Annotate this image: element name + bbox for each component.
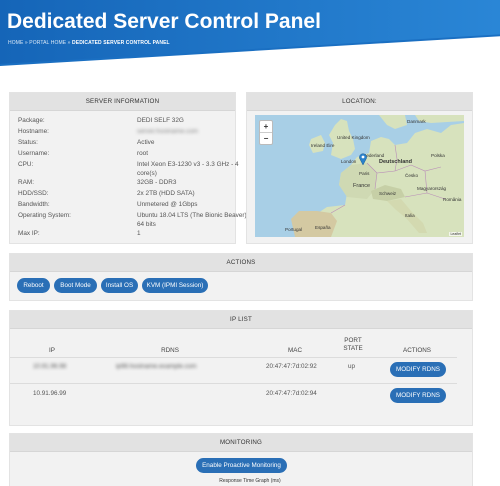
info-label: HDD/SSD: [18,190,49,197]
map-label: Česko [405,172,418,178]
breadcrumb-separator: » [67,40,71,46]
map-label: Deutschland [379,159,412,165]
info-row-max-ip: Max IP: 1 [18,230,141,237]
location-map[interactable]: Danmark United Kingdom Ireland Éire Nede… [255,115,464,237]
breadcrumb-current: DEDICATED SERVER CONTROL PANEL [72,40,170,46]
map-label: Ireland Éire [311,142,335,148]
port-state: up [348,363,356,370]
reboot-button[interactable]: Reboot [17,278,50,293]
location-title: LOCATION: [247,93,472,111]
info-row-bandwidth: Bandwidth: Unmetered @ 1Gbps [18,201,197,208]
breadcrumb-portal-home[interactable]: PORTAL HOME [29,40,66,46]
map-zoom-control: + − [259,120,273,145]
ip-address-redacted: 10.91.96.98 [33,363,67,370]
info-label: Package: [18,117,45,124]
boot-mode-button[interactable]: Boot Mode [54,278,97,293]
info-value: Ubuntu 18.04 LTS (The Bionic Beaver), 64… [137,212,249,228]
mac-address: 20:47:47:7d:02:92 [266,363,317,370]
info-row-os: Operating System: Ubuntu 18.04 LTS (The … [18,212,248,228]
server-info-title: SERVER INFORMATION [10,93,235,111]
modify-rdns-button[interactable]: MODIFY RDNS [390,362,446,377]
zoom-in-button[interactable]: + [260,121,272,132]
info-row-cpu: CPU: Intel Xeon E3-1230 v3 - 3.3 GHz - 4… [18,161,239,177]
response-time-graph-caption: Response Time Graph (ms) [219,478,281,484]
map-label: Schweiz [379,191,397,196]
map-label: Danmark [407,119,426,124]
map-label: Italia [405,213,415,218]
column-header-actions: ACTIONS [403,347,431,354]
info-row-package: Package: DEDI SELF 32G [18,117,184,124]
modify-rdns-button[interactable]: MODIFY RDNS [390,388,446,403]
map-label: United Kingdom [337,135,370,140]
ip-list-title: IP LIST [10,311,472,329]
breadcrumb-separator: » [24,40,28,46]
info-label: Status: [18,139,38,146]
info-value-redacted: server.hostname.com [137,128,199,135]
info-value: Active [137,139,155,146]
info-value: 1 [137,230,141,237]
info-label: Operating System: [18,212,71,219]
page-title: Dedicated Server Control Panel [7,10,321,33]
mac-address: 20:47:47:7d:02:94 [266,390,317,397]
info-value: Unmetered @ 1Gbps [137,201,198,208]
info-value: 32GB - DDR3 [137,179,177,186]
table-divider [10,383,457,384]
map-label: Polska [431,153,445,158]
info-row-ram: RAM: 32GB - DDR3 [18,179,176,186]
map-attribution[interactable]: Leaflet [449,232,462,236]
info-row-hostname: Hostname: server.hostname.com [18,128,198,135]
map-label: London [341,159,357,164]
actions-title: ACTIONS [10,254,472,272]
enable-proactive-monitoring-button[interactable]: Enable Proactive Monitoring [196,458,287,473]
info-label: RAM: [18,179,34,186]
ip-address: 10.91.96.99 [33,390,67,397]
column-header-rdns: RDNS [161,347,179,354]
info-row-username: Username: root [18,150,148,157]
map-label: Portugal [285,227,302,232]
map-label: España [315,225,331,230]
monitoring-title: MONITORING [10,434,472,452]
info-row-disk: HDD/SSD: 2x 2TB (HDD SATA) [18,190,195,197]
info-label: Hostname: [18,128,49,135]
info-value: Intel Xeon E3-1230 v3 - 3.3 GHz - 4 core… [137,161,239,177]
rdns-value-redacted: ip98.hostname.example.com [116,363,197,370]
map-label: France [353,183,370,189]
info-label: CPU: [18,161,34,168]
breadcrumb-home[interactable]: HOME [8,40,23,46]
location-marker-icon[interactable] [359,153,367,165]
map-label: Paris [359,171,370,176]
info-row-status: Status: Active [18,139,154,146]
column-header-port-state: PORT STATE [343,337,363,352]
map-label: Magyarország [417,186,447,191]
map-graphic: Danmark United Kingdom Ireland Éire Nede… [255,115,464,237]
column-header-ip: IP [49,347,55,354]
map-label: România [443,197,462,202]
zoom-out-button[interactable]: − [260,132,272,144]
info-value: root [137,150,149,157]
location-panel: LOCATION: Danmark United Kingdom Ireland… [246,92,473,244]
column-header-mac: MAC [288,347,302,354]
server-info-panel: SERVER INFORMATION Package: DEDI SELF 32… [9,92,248,244]
install-os-button[interactable]: Install OS [101,278,138,293]
info-label: Max IP: [18,230,40,237]
info-value: DEDI SELF 32G [137,117,184,124]
actions-panel: ACTIONS [9,253,473,301]
info-label: Bandwidth: [18,201,50,208]
kvm-ipmi-session-button[interactable]: KVM (IPMI Session) [142,278,208,293]
breadcrumb: HOME » PORTAL HOME » DEDICATED SERVER CO… [8,40,170,46]
table-divider [10,357,457,358]
info-label: Username: [18,150,50,157]
info-value: 2x 2TB (HDD SATA) [137,190,195,197]
